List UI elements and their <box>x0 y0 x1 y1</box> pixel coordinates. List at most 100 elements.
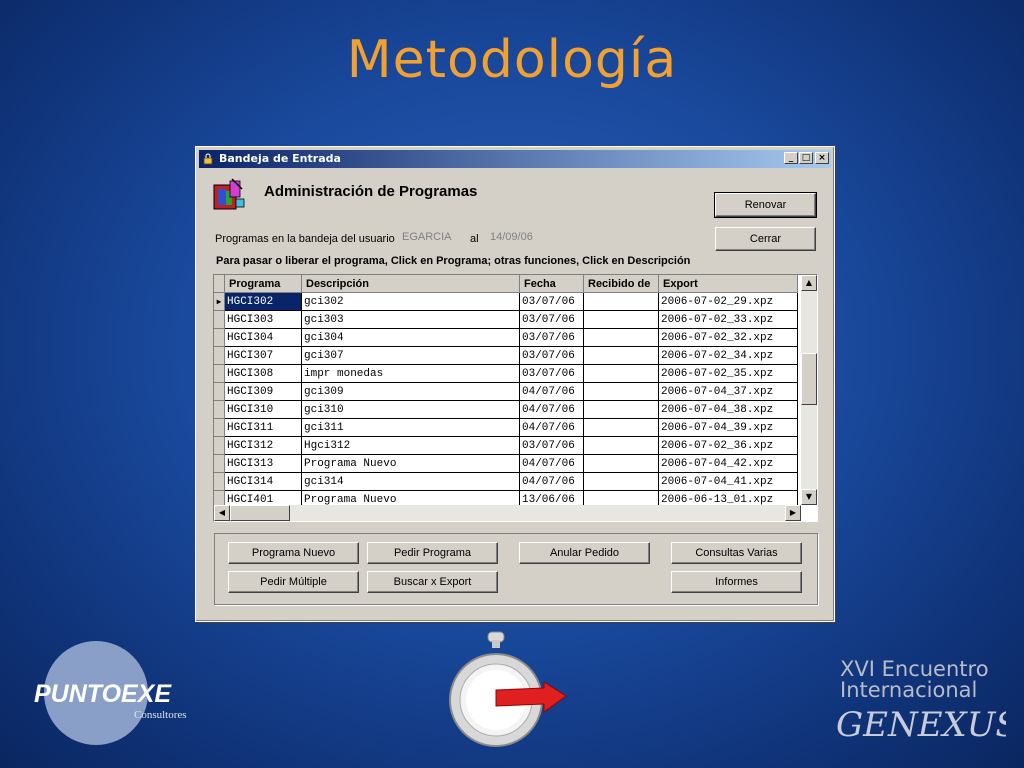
buscar-export-button[interactable]: Buscar x Export <box>367 571 498 593</box>
cell-descripcion[interactable]: gci302 <box>301 292 520 311</box>
row-selector[interactable]: ▶ <box>214 292 225 311</box>
cell-export[interactable]: 2006-07-02_33.xpz <box>658 310 798 329</box>
table-row[interactable]: HGCI311 gci311 04/07/06 2006-07-04_39.xpz <box>214 418 798 437</box>
programs-grid[interactable]: Programa Descripción Fecha Recibido de E… <box>213 274 818 522</box>
close-button[interactable]: × <box>815 152 829 164</box>
vertical-scrollbar[interactable]: ▲ ▼ <box>801 275 817 505</box>
row-selector[interactable] <box>214 454 225 473</box>
cell-recibido[interactable] <box>583 418 659 437</box>
cell-export[interactable]: 2006-07-04_42.xpz <box>658 454 798 473</box>
table-row[interactable]: HGCI309 gci309 04/07/06 2006-07-04_37.xpz <box>214 382 798 401</box>
cell-descripcion[interactable]: gci307 <box>301 346 520 365</box>
cell-fecha[interactable]: 03/07/06 <box>519 346 584 365</box>
cell-descripcion[interactable]: Hgci312 <box>301 436 520 455</box>
cell-programa[interactable]: HGCI303 <box>224 310 302 329</box>
cell-recibido[interactable] <box>583 364 659 383</box>
row-selector[interactable] <box>214 472 225 491</box>
table-row[interactable]: HGCI314 gci314 04/07/06 2006-07-04_41.xpz <box>214 472 798 491</box>
table-row[interactable]: HGCI308 impr monedas 03/07/06 2006-07-02_35… <box>214 364 798 383</box>
cell-descripcion[interactable]: gci309 <box>301 382 520 401</box>
cell-fecha[interactable]: 04/07/06 <box>519 454 584 473</box>
table-row[interactable]: HGCI307 gci307 03/07/06 2006-07-02_34.xpz <box>214 346 798 365</box>
table-row[interactable]: HGCI303 gci303 03/07/06 2006-07-02_33.xpz <box>214 310 798 329</box>
consultas-varias-button[interactable]: Consultas Varias <box>671 542 802 564</box>
row-selector[interactable] <box>214 310 225 329</box>
informes-button[interactable]: Informes <box>671 571 802 593</box>
col-descripcion[interactable]: Descripción <box>301 275 520 293</box>
anular-pedido-button[interactable]: Anular Pedido <box>519 542 650 564</box>
cell-fecha[interactable]: 03/07/06 <box>519 292 584 311</box>
cell-programa[interactable]: HGCI312 <box>224 436 302 455</box>
table-row[interactable]: HGCI304 gci304 03/07/06 2006-07-02_32.xpz <box>214 328 798 347</box>
cell-descripcion[interactable]: gci304 <box>301 328 520 347</box>
cell-export[interactable]: 2006-07-04_39.xpz <box>658 418 798 437</box>
table-row[interactable]: ▶ HGCI302 gci302 03/07/06 2006-07-02_29.xpz <box>214 292 798 311</box>
col-export[interactable]: Export <box>658 275 798 293</box>
cell-fecha[interactable]: 03/07/06 <box>519 328 584 347</box>
row-selector[interactable] <box>214 436 225 455</box>
cell-fecha[interactable]: 04/07/06 <box>519 382 584 401</box>
cell-recibido[interactable] <box>583 328 659 347</box>
cell-recibido[interactable] <box>583 400 659 419</box>
table-row[interactable]: HGCI312 Hgci312 03/07/06 2006-07-02_36.xpz <box>214 436 798 455</box>
cell-descripcion[interactable]: Programa Nuevo <box>301 454 520 473</box>
cell-export[interactable]: 2006-07-04_38.xpz <box>658 400 798 419</box>
row-selector[interactable] <box>214 382 225 401</box>
row-selector[interactable] <box>214 346 225 365</box>
cell-recibido[interactable] <box>583 472 659 491</box>
scroll-left-icon[interactable]: ◀ <box>214 505 230 521</box>
horizontal-scrollbar[interactable]: ◀ ▶ <box>214 505 801 521</box>
cell-recibido[interactable] <box>583 292 659 311</box>
maximize-button[interactable]: □ <box>799 152 813 164</box>
table-row[interactable]: HGCI313 Programa Nuevo 04/07/06 2006-07-04_… <box>214 454 798 473</box>
cell-descripcion[interactable]: gci310 <box>301 400 520 419</box>
cell-descripcion[interactable]: gci311 <box>301 418 520 437</box>
pedir-programa-button[interactable]: Pedir Programa <box>367 542 498 564</box>
cerrar-button[interactable]: Cerrar <box>715 227 816 251</box>
col-programa[interactable]: Programa <box>224 275 302 293</box>
cell-export[interactable]: 2006-07-02_36.xpz <box>658 436 798 455</box>
cell-descripcion[interactable]: gci303 <box>301 310 520 329</box>
cell-fecha[interactable]: 03/07/06 <box>519 310 584 329</box>
cell-recibido[interactable] <box>583 454 659 473</box>
row-selector[interactable] <box>214 328 225 347</box>
table-row[interactable]: HGCI310 gci310 04/07/06 2006-07-04_38.xpz <box>214 400 798 419</box>
cell-export[interactable]: 2006-07-02_32.xpz <box>658 328 798 347</box>
cell-export[interactable]: 2006-07-02_35.xpz <box>658 364 798 383</box>
row-selector[interactable] <box>214 418 225 437</box>
window-titlebar[interactable]: Bandeja de Entrada _ □ × <box>199 150 831 168</box>
cell-fecha[interactable]: 04/07/06 <box>519 472 584 491</box>
horizontal-scroll-thumb[interactable] <box>230 505 290 521</box>
cell-export[interactable]: 2006-07-02_34.xpz <box>658 346 798 365</box>
row-selector[interactable] <box>214 364 225 383</box>
cell-programa[interactable]: HGCI304 <box>224 328 302 347</box>
cell-export[interactable]: 2006-07-04_41.xpz <box>658 472 798 491</box>
cell-fecha[interactable]: 03/07/06 <box>519 364 584 383</box>
row-selector[interactable] <box>214 400 225 419</box>
minimize-button[interactable]: _ <box>784 152 798 164</box>
col-fecha[interactable]: Fecha <box>519 275 584 293</box>
cell-descripcion[interactable]: impr monedas <box>301 364 520 383</box>
cell-recibido[interactable] <box>583 310 659 329</box>
cell-programa[interactable]: HGCI308 <box>224 364 302 383</box>
cell-recibido[interactable] <box>583 346 659 365</box>
cell-programa[interactable]: HGCI307 <box>224 346 302 365</box>
cell-fecha[interactable]: 03/07/06 <box>519 436 584 455</box>
cell-programa[interactable]: HGCI309 <box>224 382 302 401</box>
scroll-up-icon[interactable]: ▲ <box>801 275 817 291</box>
cell-programa[interactable]: HGCI310 <box>224 400 302 419</box>
cell-descripcion[interactable]: gci314 <box>301 472 520 491</box>
cell-recibido[interactable] <box>583 436 659 455</box>
cell-export[interactable]: 2006-07-04_37.xpz <box>658 382 798 401</box>
col-recibido[interactable]: Recibido de <box>583 275 659 293</box>
cell-programa[interactable]: HGCI314 <box>224 472 302 491</box>
scroll-down-icon[interactable]: ▼ <box>801 489 817 505</box>
cell-fecha[interactable]: 04/07/06 <box>519 400 584 419</box>
cell-programa[interactable]: HGCI313 <box>224 454 302 473</box>
renovar-button[interactable]: Renovar <box>714 192 817 218</box>
scroll-right-icon[interactable]: ▶ <box>785 505 801 521</box>
cell-fecha[interactable]: 04/07/06 <box>519 418 584 437</box>
cell-recibido[interactable] <box>583 382 659 401</box>
pedir-multiple-button[interactable]: Pedir Múltiple <box>228 571 359 593</box>
cell-export[interactable]: 2006-07-02_29.xpz <box>658 292 798 311</box>
